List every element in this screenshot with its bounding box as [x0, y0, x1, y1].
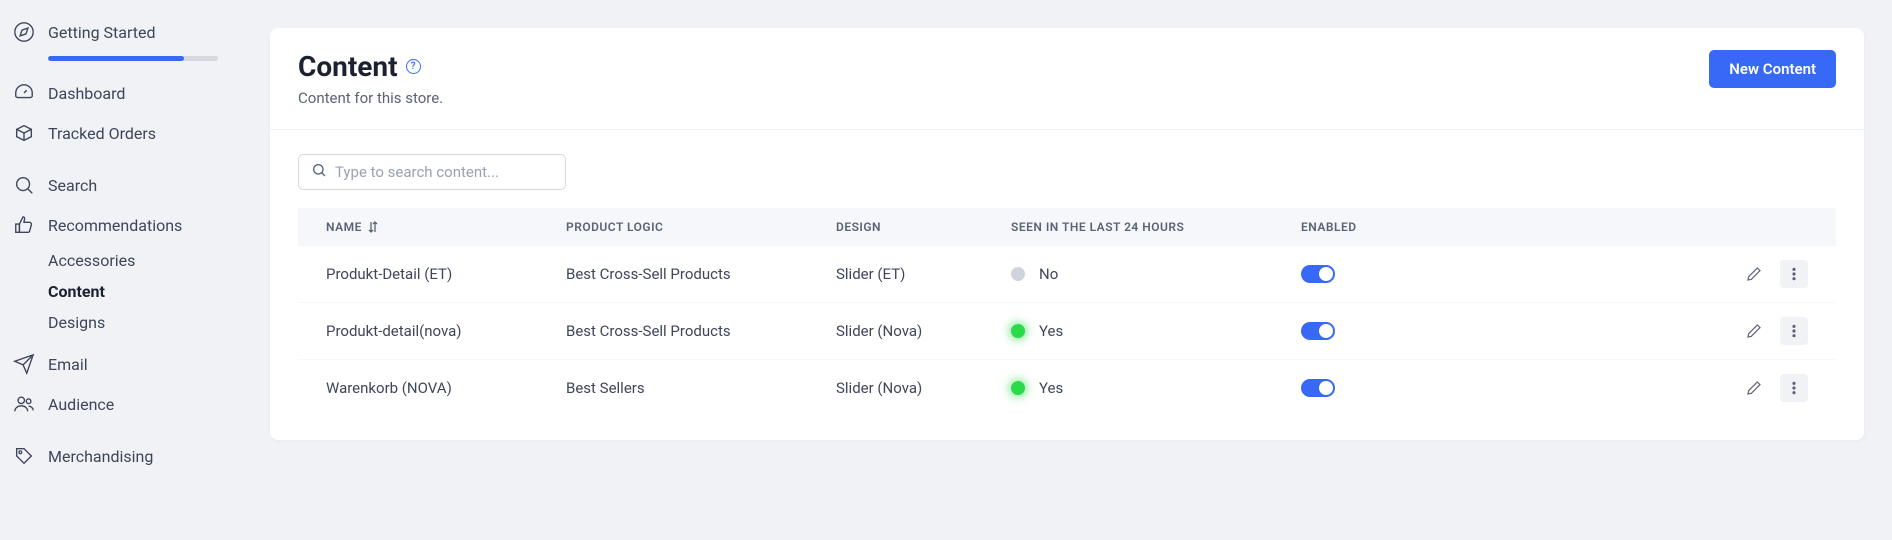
- cell-logic: Best Sellers: [566, 379, 836, 397]
- content-card: Content ? Content for this store. New Co…: [270, 28, 1864, 440]
- cell-name[interactable]: Warenkorb (NOVA): [326, 379, 566, 397]
- enabled-toggle[interactable]: [1301, 322, 1335, 340]
- cell-design: Slider (Nova): [836, 322, 1011, 340]
- status-dot: [1011, 267, 1025, 281]
- cell-logic: Best Cross-Sell Products: [566, 265, 836, 283]
- sidebar-item-label: Merchandising: [48, 447, 153, 466]
- more-button[interactable]: [1780, 260, 1808, 288]
- sidebar-item-search[interactable]: Search: [0, 165, 242, 205]
- more-button[interactable]: [1780, 317, 1808, 345]
- sidebar-item-audience[interactable]: Audience: [0, 384, 242, 424]
- page-subtitle: Content for this store.: [298, 89, 443, 107]
- edit-button[interactable]: [1740, 260, 1768, 288]
- sidebar-item-label: Email: [48, 355, 88, 374]
- new-content-button[interactable]: New Content: [1709, 50, 1836, 88]
- sidebar-sub-label: Accessories: [48, 251, 135, 270]
- search-box[interactable]: [298, 154, 566, 190]
- sidebar-item-dashboard[interactable]: Dashboard: [0, 73, 242, 113]
- edit-button[interactable]: [1740, 374, 1768, 402]
- enabled-toggle[interactable]: [1301, 379, 1335, 397]
- sidebar-item-getting-started[interactable]: Getting Started: [0, 12, 242, 52]
- sidebar-item-tracked-orders[interactable]: Tracked Orders: [0, 113, 242, 153]
- header-seen[interactable]: SEEN IN THE LAST 24 HOURS: [1011, 220, 1301, 234]
- getting-started-progress: [0, 52, 242, 73]
- send-icon: [12, 352, 36, 376]
- sidebar-item-recommendations[interactable]: Recommendations: [0, 205, 242, 245]
- cell-enabled: [1301, 322, 1481, 340]
- gauge-icon: [12, 81, 36, 105]
- cell-design: Slider (Nova): [836, 379, 1011, 397]
- page-title: Content ?: [298, 50, 443, 83]
- sidebar-sub-designs[interactable]: Designs: [0, 307, 242, 338]
- card-header: Content ? Content for this store. New Co…: [270, 28, 1864, 130]
- seen-text: Yes: [1039, 322, 1063, 340]
- sidebar-item-merchandising[interactable]: Merchandising: [0, 436, 242, 476]
- card-body: NAME PRODUCT LOGIC DESIGN SEEN IN THE LA…: [270, 130, 1864, 440]
- sidebar-sub-accessories[interactable]: Accessories: [0, 245, 242, 276]
- package-icon: [12, 121, 36, 145]
- main-content: Content ? Content for this store. New Co…: [242, 0, 1892, 540]
- enabled-toggle[interactable]: [1301, 265, 1335, 283]
- sidebar: Getting Started Dashboard Tracked Orders…: [0, 0, 242, 540]
- thumbs-up-icon: [12, 213, 36, 237]
- sidebar-item-label: Audience: [48, 395, 114, 414]
- table-row: Warenkorb (NOVA) Best Sellers Slider (No…: [298, 360, 1836, 416]
- sidebar-sub-content[interactable]: Content: [0, 276, 242, 307]
- seen-text: No: [1039, 265, 1058, 283]
- status-dot: [1011, 381, 1025, 395]
- cell-name[interactable]: Produkt-Detail (ET): [326, 265, 566, 283]
- table-header: NAME PRODUCT LOGIC DESIGN SEEN IN THE LA…: [298, 208, 1836, 246]
- cell-seen: No: [1011, 265, 1301, 283]
- tag-icon: [12, 444, 36, 468]
- sidebar-sub-label: Designs: [48, 313, 105, 332]
- header-design[interactable]: DESIGN: [836, 220, 1011, 234]
- search-input[interactable]: [335, 163, 553, 181]
- cell-enabled: [1301, 379, 1481, 397]
- search-icon: [12, 173, 36, 197]
- compass-icon: [12, 20, 36, 44]
- more-button[interactable]: [1780, 374, 1808, 402]
- edit-button[interactable]: [1740, 317, 1768, 345]
- header-enabled[interactable]: ENABLED: [1301, 220, 1481, 234]
- cell-seen: Yes: [1011, 322, 1301, 340]
- sidebar-item-label: Dashboard: [48, 84, 125, 103]
- status-dot: [1011, 324, 1025, 338]
- sidebar-item-label: Tracked Orders: [48, 124, 156, 143]
- cell-enabled: [1301, 265, 1481, 283]
- sidebar-item-label: Getting Started: [48, 23, 156, 42]
- cell-name[interactable]: Produkt-detail(nova): [326, 322, 566, 340]
- cell-logic: Best Cross-Sell Products: [566, 322, 836, 340]
- sidebar-item-label: Recommendations: [48, 216, 182, 235]
- header-name[interactable]: NAME: [326, 220, 566, 234]
- search-icon: [311, 162, 327, 182]
- content-table: NAME PRODUCT LOGIC DESIGN SEEN IN THE LA…: [298, 208, 1836, 416]
- header-logic[interactable]: PRODUCT LOGIC: [566, 220, 836, 234]
- sort-icon: [368, 221, 378, 233]
- sidebar-item-label: Search: [48, 176, 97, 195]
- sidebar-item-email[interactable]: Email: [0, 344, 242, 384]
- help-icon[interactable]: ?: [406, 59, 421, 74]
- seen-text: Yes: [1039, 379, 1063, 397]
- table-row: Produkt-detail(nova) Best Cross-Sell Pro…: [298, 303, 1836, 360]
- users-icon: [12, 392, 36, 416]
- sidebar-sub-label: Content: [48, 282, 105, 301]
- table-row: Produkt-Detail (ET) Best Cross-Sell Prod…: [298, 246, 1836, 303]
- cell-seen: Yes: [1011, 379, 1301, 397]
- cell-design: Slider (ET): [836, 265, 1011, 283]
